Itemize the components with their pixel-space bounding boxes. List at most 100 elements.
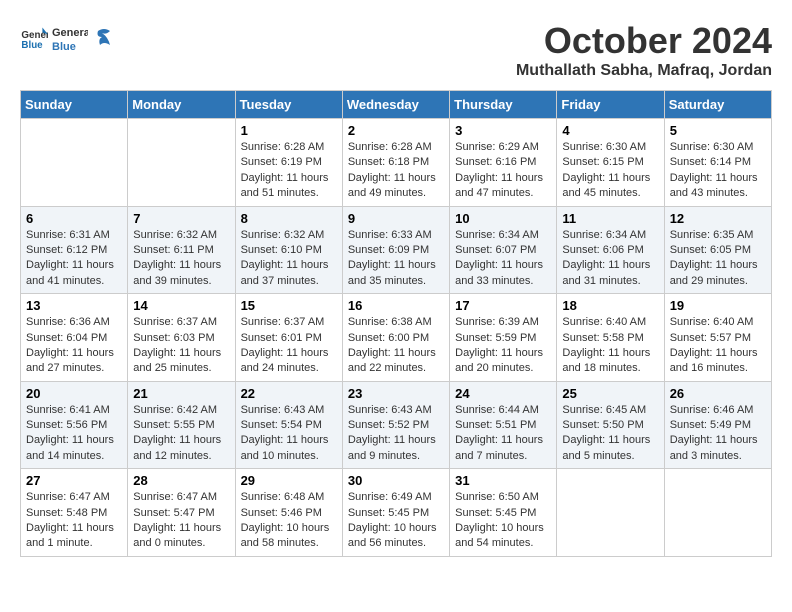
day-info: Sunrise: 6:36 AM Sunset: 6:04 PM Dayligh… (26, 315, 122, 377)
calendar-cell: 17Sunrise: 6:39 AM Sunset: 5:59 PM Dayli… (450, 294, 557, 382)
day-number: 6 (26, 211, 122, 226)
day-info: Sunrise: 6:37 AM Sunset: 6:03 PM Dayligh… (133, 315, 229, 377)
calendar-cell: 16Sunrise: 6:38 AM Sunset: 6:00 PM Dayli… (342, 294, 449, 382)
logo: General Blue General Blue (20, 20, 112, 56)
weekday-header-tuesday: Tuesday (235, 91, 342, 119)
day-number: 23 (348, 386, 444, 401)
day-number: 22 (241, 386, 337, 401)
calendar-cell: 12 Sunrise: 6:35 AM Sunset: 6:05 PM Dayli… (664, 206, 771, 294)
day-info: Sunrise: 6:35 AM Sunset: 6:05 PM Dayligh… (670, 228, 766, 290)
day-info: Sunrise: 6:43 AM Sunset: 5:54 PM Dayligh… (241, 403, 337, 465)
day-info: Sunrise: 6:43 AM Sunset: 5:52 PM Dayligh… (348, 403, 444, 465)
day-info: Sunrise: 6:32 AM Sunset: 6:10 PM Dayligh… (241, 228, 337, 290)
day-info: Sunrise: 6:49 AM Sunset: 5:45 PM Dayligh… (348, 490, 444, 552)
calendar-cell: 25 Sunrise: 6:45 AM Sunset: 5:50 PM Dayli… (557, 381, 664, 469)
calendar-cell: 28Sunrise: 6:47 AM Sunset: 5:47 PM Dayli… (128, 469, 235, 557)
svg-text:Blue: Blue (52, 41, 76, 53)
calendar-cell: 4 Sunrise: 6:30 AM Sunset: 6:15 PM Daylig… (557, 119, 664, 207)
day-info: Sunrise: 6:47 AM Sunset: 5:47 PM Dayligh… (133, 490, 229, 552)
day-number: 12 (670, 211, 766, 226)
day-info: Sunrise: 6:44 AM Sunset: 5:51 PM Dayligh… (455, 403, 551, 465)
calendar-cell: 7 Sunrise: 6:32 AM Sunset: 6:11 PM Daylig… (128, 206, 235, 294)
day-number: 24 (455, 386, 551, 401)
day-number: 19 (670, 298, 766, 313)
calendar-cell: 18Sunrise: 6:40 AM Sunset: 5:58 PM Dayli… (557, 294, 664, 382)
calendar-cell: 8 Sunrise: 6:32 AM Sunset: 6:10 PM Daylig… (235, 206, 342, 294)
day-number: 8 (241, 211, 337, 226)
day-info: Sunrise: 6:50 AM Sunset: 5:45 PM Dayligh… (455, 490, 551, 552)
day-info: Sunrise: 6:48 AM Sunset: 5:46 PM Dayligh… (241, 490, 337, 552)
day-info: Sunrise: 6:33 AM Sunset: 6:09 PM Dayligh… (348, 228, 444, 290)
day-info: Sunrise: 6:30 AM Sunset: 6:15 PM Dayligh… (562, 140, 658, 202)
calendar-cell: 30Sunrise: 6:49 AM Sunset: 5:45 PM Dayli… (342, 469, 449, 557)
day-info: Sunrise: 6:47 AM Sunset: 5:48 PM Dayligh… (26, 490, 122, 552)
logo-icon: General Blue (20, 24, 48, 52)
day-info: Sunrise: 6:32 AM Sunset: 6:11 PM Dayligh… (133, 228, 229, 290)
calendar-cell: 10 Sunrise: 6:34 AM Sunset: 6:07 PM Dayli… (450, 206, 557, 294)
day-number: 10 (455, 211, 551, 226)
day-number: 29 (241, 473, 337, 488)
day-number: 5 (670, 123, 766, 138)
day-number: 11 (562, 211, 658, 226)
day-number: 31 (455, 473, 551, 488)
logo-bird-icon: General Blue (52, 20, 88, 56)
weekday-header-sunday: Sunday (21, 91, 128, 119)
day-number: 4 (562, 123, 658, 138)
day-number: 2 (348, 123, 444, 138)
calendar-week-row: 27Sunrise: 6:47 AM Sunset: 5:48 PM Dayli… (21, 469, 772, 557)
svg-text:General: General (52, 27, 88, 39)
day-number: 20 (26, 386, 122, 401)
day-number: 13 (26, 298, 122, 313)
calendar-week-row: 6 Sunrise: 6:31 AM Sunset: 6:12 PM Daylig… (21, 206, 772, 294)
calendar-cell: 11Sunrise: 6:34 AM Sunset: 6:06 PM Dayli… (557, 206, 664, 294)
calendar-cell: 9 Sunrise: 6:33 AM Sunset: 6:09 PM Daylig… (342, 206, 449, 294)
day-info: Sunrise: 6:29 AM Sunset: 6:16 PM Dayligh… (455, 140, 551, 202)
day-number: 14 (133, 298, 229, 313)
calendar-cell: 2Sunrise: 6:28 AM Sunset: 6:18 PM Daylig… (342, 119, 449, 207)
weekday-header-saturday: Saturday (664, 91, 771, 119)
month-title: October 2024 (516, 20, 772, 62)
location-title: Muthallath Sabha, Mafraq, Jordan (516, 62, 772, 80)
day-info: Sunrise: 6:46 AM Sunset: 5:49 PM Dayligh… (670, 403, 766, 465)
day-info: Sunrise: 6:31 AM Sunset: 6:12 PM Dayligh… (26, 228, 122, 290)
day-info: Sunrise: 6:42 AM Sunset: 5:55 PM Dayligh… (133, 403, 229, 465)
calendar-cell: 26Sunrise: 6:46 AM Sunset: 5:49 PM Dayli… (664, 381, 771, 469)
page-header: General Blue General Blue October 2024 M… (20, 20, 772, 80)
bird-shape-icon (90, 27, 112, 49)
calendar-table: SundayMondayTuesdayWednesdayThursdayFrid… (20, 90, 772, 557)
day-info: Sunrise: 6:45 AM Sunset: 5:50 PM Dayligh… (562, 403, 658, 465)
day-number: 21 (133, 386, 229, 401)
day-number: 25 (562, 386, 658, 401)
day-info: Sunrise: 6:37 AM Sunset: 6:01 PM Dayligh… (241, 315, 337, 377)
day-number: 17 (455, 298, 551, 313)
day-info: Sunrise: 6:30 AM Sunset: 6:14 PM Dayligh… (670, 140, 766, 202)
calendar-cell: 3 Sunrise: 6:29 AM Sunset: 6:16 PM Daylig… (450, 119, 557, 207)
calendar-cell: 22 Sunrise: 6:43 AM Sunset: 5:54 PM Dayli… (235, 381, 342, 469)
calendar-cell: 13 Sunrise: 6:36 AM Sunset: 6:04 PM Dayli… (21, 294, 128, 382)
calendar-cell: 23 Sunrise: 6:43 AM Sunset: 5:52 PM Dayli… (342, 381, 449, 469)
calendar-cell (21, 119, 128, 207)
calendar-cell: 20Sunrise: 6:41 AM Sunset: 5:56 PM Dayli… (21, 381, 128, 469)
day-info: Sunrise: 6:40 AM Sunset: 5:57 PM Dayligh… (670, 315, 766, 377)
calendar-cell: 5 Sunrise: 6:30 AM Sunset: 6:14 PM Daylig… (664, 119, 771, 207)
calendar-week-row: 20Sunrise: 6:41 AM Sunset: 5:56 PM Dayli… (21, 381, 772, 469)
calendar-cell (557, 469, 664, 557)
calendar-cell: 1Sunrise: 6:28 AM Sunset: 6:19 PM Daylig… (235, 119, 342, 207)
calendar-cell (128, 119, 235, 207)
calendar-week-row: 1Sunrise: 6:28 AM Sunset: 6:19 PM Daylig… (21, 119, 772, 207)
calendar-cell: 15 Sunrise: 6:37 AM Sunset: 6:01 PM Dayli… (235, 294, 342, 382)
day-number: 15 (241, 298, 337, 313)
title-block: October 2024 Muthallath Sabha, Mafraq, J… (516, 20, 772, 80)
day-number: 3 (455, 123, 551, 138)
weekday-header-thursday: Thursday (450, 91, 557, 119)
calendar-cell: 19 Sunrise: 6:40 AM Sunset: 5:57 PM Dayli… (664, 294, 771, 382)
day-info: Sunrise: 6:34 AM Sunset: 6:07 PM Dayligh… (455, 228, 551, 290)
day-number: 7 (133, 211, 229, 226)
weekday-header-monday: Monday (128, 91, 235, 119)
calendar-cell: 29 Sunrise: 6:48 AM Sunset: 5:46 PM Dayli… (235, 469, 342, 557)
calendar-cell: 27Sunrise: 6:47 AM Sunset: 5:48 PM Dayli… (21, 469, 128, 557)
svg-text:Blue: Blue (21, 40, 43, 51)
day-info: Sunrise: 6:38 AM Sunset: 6:00 PM Dayligh… (348, 315, 444, 377)
day-number: 9 (348, 211, 444, 226)
day-info: Sunrise: 6:28 AM Sunset: 6:19 PM Dayligh… (241, 140, 337, 202)
